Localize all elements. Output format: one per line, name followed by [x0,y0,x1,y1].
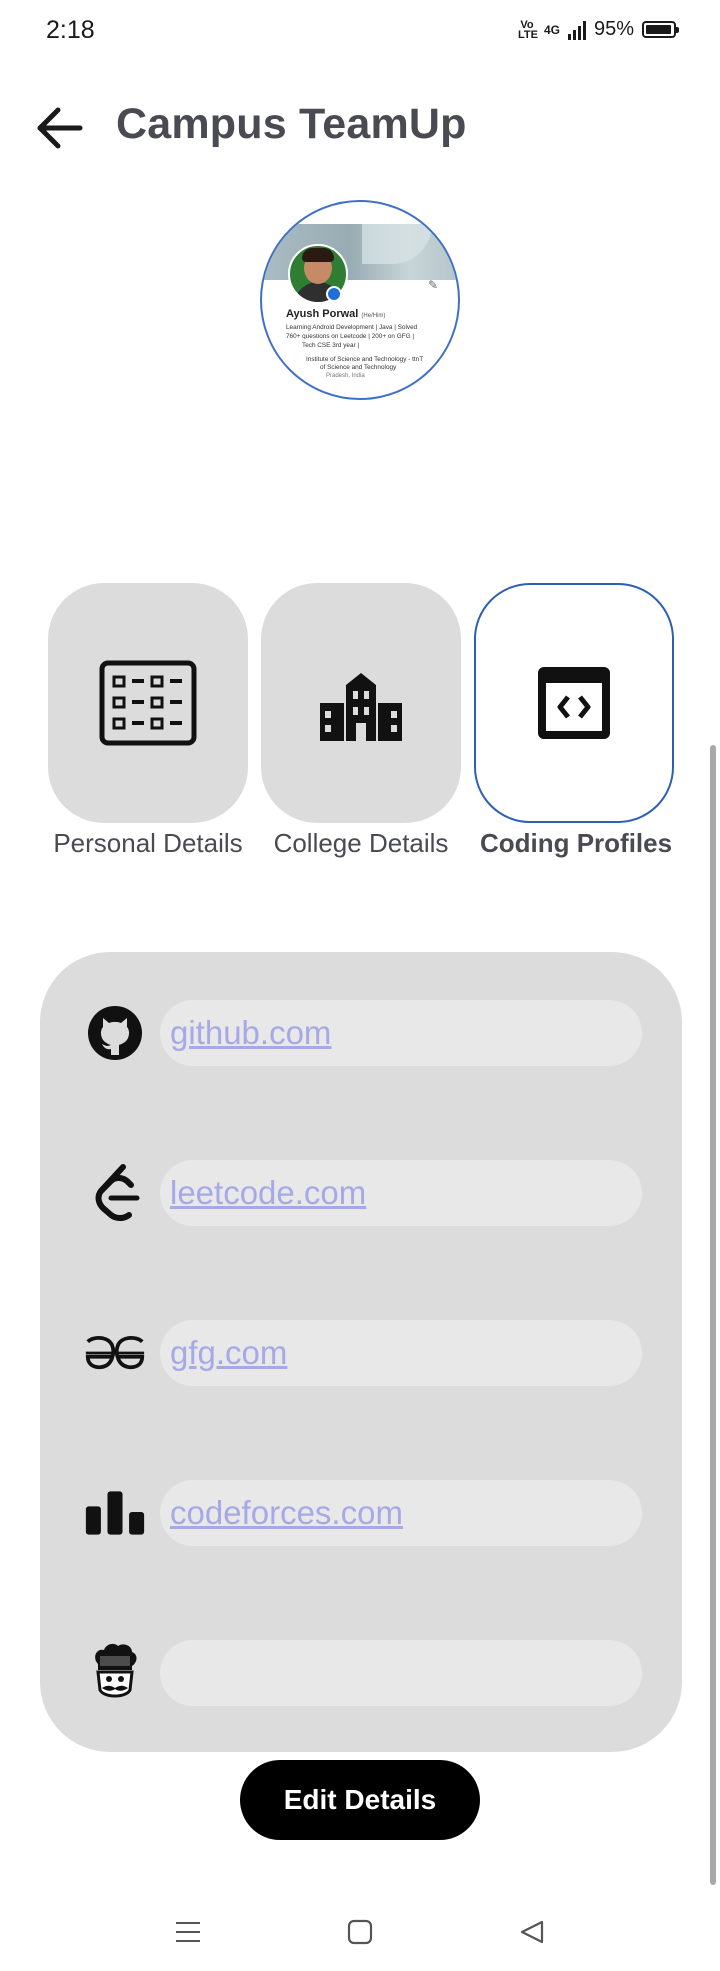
code-window-icon [538,667,610,739]
status-bar: 2:18 Vo LTE 4G 95% [0,0,720,64]
codechef-url-field[interactable] [160,1640,642,1706]
github-link[interactable]: github.com [170,1014,331,1052]
avatar-location: Pradesh, India [326,373,365,379]
status-icons: Vo LTE 4G 95% [517,18,679,41]
back-triangle-icon [520,1920,544,1944]
profile-avatar[interactable]: ✎ Ayush Porwal (He/Him) Learning Android… [260,200,460,400]
coding-profiles-card: github.com leetcode.com gfg.com codeforc… [40,952,682,1752]
leetcode-url-field[interactable]: leetcode.com [160,1160,642,1226]
menu-icon [176,1922,200,1942]
tab-personal-details[interactable] [48,583,248,823]
battery-icon [642,21,679,38]
nav-home-button[interactable] [340,1912,380,1952]
back-button[interactable] [30,98,90,158]
gfg-link[interactable]: gfg.com [170,1334,287,1372]
avatar-headline: Learning Android Development | Java | So… [286,324,418,331]
profile-row-github: github.com [40,998,682,1068]
nav-back-button[interactable] [512,1912,552,1952]
tab-coding-profiles[interactable] [474,583,674,823]
avatar-institute: Institute of Science and Technology - tt… [306,356,424,363]
avatar-name: Ayush Porwal (He/Him) [286,308,385,320]
geeksforgeeks-icon [84,1322,146,1384]
volte-icon: Vo LTE [517,18,538,41]
tab-label-college-details[interactable]: College Details [251,828,471,859]
avatar-institute: of Science and Technology [320,364,397,371]
codeforces-link[interactable]: codeforces.com [170,1494,403,1532]
scrollbar[interactable] [710,745,716,1885]
pencil-icon: ✎ [428,278,439,292]
verified-badge-icon [326,286,342,302]
leetcode-icon [84,1162,146,1224]
network-type: 4G [543,22,560,37]
home-square-icon [347,1919,373,1945]
github-icon [84,1002,146,1064]
tab-label-personal-details[interactable]: Personal Details [38,828,258,859]
avatar-headline: Tech CSE 3rd year | [302,342,360,349]
avatar-pronouns: (He/Him) [361,313,386,319]
gfg-url-field[interactable]: gfg.com [160,1320,642,1386]
tab-college-details[interactable] [261,583,461,823]
battery-level [646,25,671,34]
edit-details-button[interactable]: Edit Details [240,1760,480,1840]
profile-row-codechef [40,1638,682,1708]
building-icon [320,673,402,741]
nav-menu-button[interactable] [168,1912,208,1952]
page-title: Campus TeamUp [116,100,467,148]
profile-row-codeforces: codeforces.com [40,1478,682,1548]
avatar-headline: 760+ questions on Leetcode | 200+ on GFG… [286,333,415,340]
codeforces-icon [84,1482,146,1544]
tab-label-coding-profiles[interactable]: Coding Profiles [466,828,686,859]
profile-row-leetcode: leetcode.com [40,1158,682,1228]
status-time: 2:18 [46,16,95,44]
codeforces-url-field[interactable]: codeforces.com [160,1480,642,1546]
codechef-icon [84,1642,146,1704]
arrow-left-icon [37,107,83,149]
github-url-field[interactable]: github.com [160,1000,642,1066]
list-details-icon [99,660,197,746]
signal-icon [567,20,586,40]
leetcode-link[interactable]: leetcode.com [170,1174,366,1212]
profile-row-gfg: gfg.com [40,1318,682,1388]
avatar-name-text: Ayush Porwal [286,308,359,320]
battery-percent: 95% [593,18,634,40]
